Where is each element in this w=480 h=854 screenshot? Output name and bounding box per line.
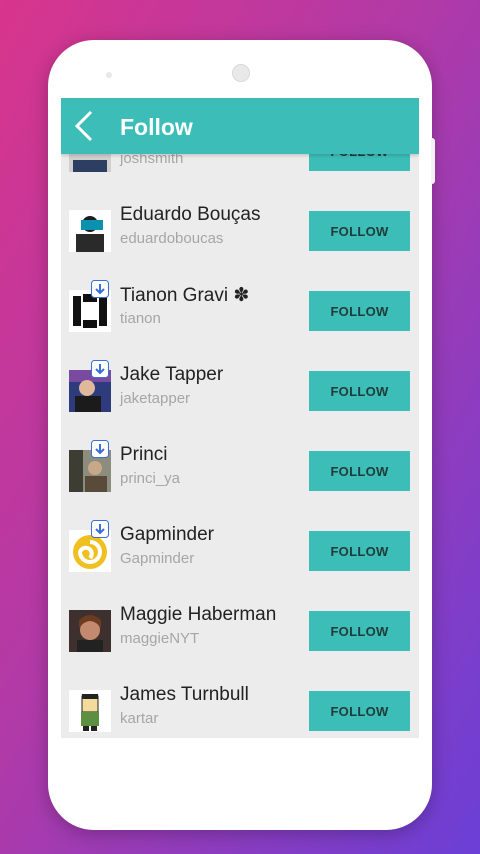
user-handle: Gapminder — [120, 550, 195, 567]
user-handle: jaketapper — [120, 390, 191, 407]
chevron-left-icon — [74, 110, 93, 142]
download-badge-icon — [91, 360, 109, 378]
user-name: Tianon Gravi ✽ — [120, 285, 250, 306]
user-handle: tianon — [120, 310, 161, 327]
camera-icon — [232, 64, 250, 82]
list-item: Gapminder Gapminder FOLLOW — [61, 512, 419, 593]
follow-button[interactable]: FOLLOW — [309, 291, 410, 331]
list-item: James Turnbull kartar FOLLOW — [61, 672, 419, 738]
phone-side-button — [431, 138, 435, 184]
list-item: Tianon Gravi ✽ tianon FOLLOW — [61, 272, 419, 353]
follow-button[interactable]: FOLLOW — [309, 211, 410, 251]
user-name: Maggie Haberman — [120, 604, 277, 625]
follow-button[interactable]: FOLLOW — [309, 371, 410, 411]
list-item: Eduardo Bouças eduardoboucas FOLLOW — [61, 192, 419, 273]
avatar — [69, 610, 111, 652]
user-handle: kartar — [120, 710, 159, 727]
list-item: Jake Tapper jaketapper FOLLOW — [61, 352, 419, 433]
follow-button[interactable]: FOLLOW — [309, 531, 410, 571]
user-handle: princi_ya — [120, 470, 181, 487]
app-screen: Follow joshsmith FOLLOW Eduardo Bouças — [61, 98, 419, 738]
avatar — [69, 210, 111, 252]
page-title: Follow — [120, 114, 193, 140]
user-handle: maggieNYT — [120, 630, 200, 647]
download-badge-icon — [91, 440, 109, 458]
follow-button[interactable]: FOLLOW — [309, 451, 410, 491]
follow-button[interactable]: FOLLOW — [309, 691, 410, 731]
back-button[interactable] — [71, 110, 99, 142]
user-handle: eduardoboucas — [120, 230, 224, 247]
sensor-dot — [106, 72, 112, 78]
follow-button[interactable]: FOLLOW — [309, 611, 410, 651]
list-item: Princi princi_ya FOLLOW — [61, 432, 419, 513]
user-name: Princi — [120, 444, 168, 465]
list-item: Maggie Haberman maggieNYT FOLLOW — [61, 592, 419, 673]
user-name: Jake Tapper — [120, 364, 224, 385]
user-name: Gapminder — [120, 524, 214, 545]
avatar — [69, 690, 111, 732]
download-badge-icon — [91, 280, 109, 298]
download-badge-icon — [91, 520, 109, 538]
user-name: James Turnbull — [120, 684, 249, 705]
app-header: Follow — [61, 98, 419, 154]
user-name: Eduardo Bouças — [120, 204, 261, 225]
